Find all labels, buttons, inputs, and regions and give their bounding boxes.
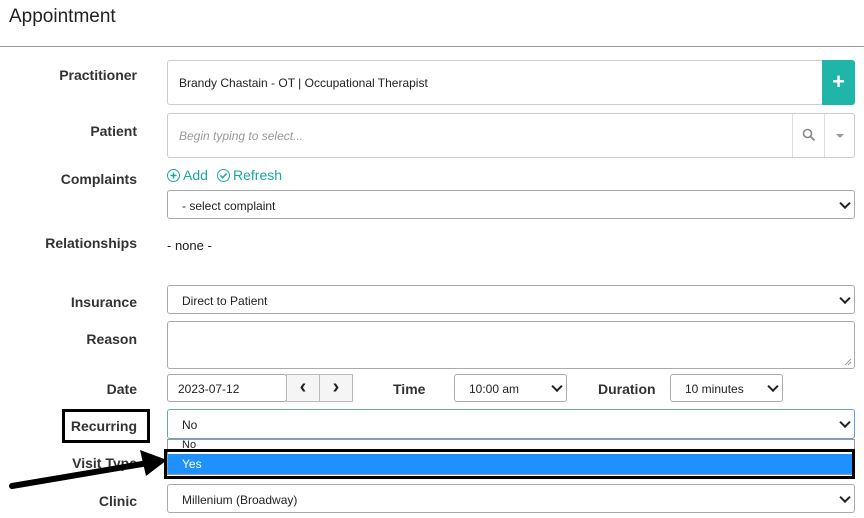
time-select[interactable]: 10:00 am — [454, 374, 567, 402]
clinic-label: Clinic — [98, 493, 137, 509]
duration-label: Duration — [598, 381, 656, 397]
add-complaint-label: Add — [183, 167, 208, 183]
insurance-select[interactable]: Direct to Patient — [167, 285, 855, 314]
check-circle-icon — [217, 169, 230, 182]
recurring-select[interactable]: No — [167, 409, 855, 439]
plus-circle-icon — [167, 169, 180, 182]
add-complaint-link[interactable]: Add — [167, 167, 208, 183]
insurance-select-value: Direct to Patient — [182, 294, 268, 308]
clinic-value: Millenium (Broadway) — [182, 493, 298, 507]
chevron-right-icon: › — [332, 376, 340, 398]
practitioner-value: Brandy Chastain - OT | Occupational Ther… — [179, 76, 428, 90]
recurring-label: Recurring — [70, 418, 137, 434]
plus-icon: + — [832, 69, 845, 94]
time-label: Time — [393, 381, 426, 397]
patient-placeholder: Begin typing to select... — [179, 129, 304, 143]
chevron-left-icon: ‹ — [299, 376, 307, 398]
chevron-down-icon — [839, 292, 851, 304]
complaints-label: Complaints — [60, 171, 137, 187]
header-divider — [0, 46, 864, 47]
relationships-label: Relationships — [45, 235, 137, 251]
divider — [824, 114, 825, 157]
reason-label: Reason — [86, 331, 137, 347]
clinic-select[interactable]: Millenium (Broadway) — [167, 484, 855, 513]
chevron-down-icon — [839, 197, 851, 209]
chevron-down-icon — [551, 380, 563, 393]
caret-down-icon[interactable] — [836, 134, 844, 138]
divider — [792, 114, 793, 157]
chevron-down-icon — [839, 491, 851, 503]
relationships-value: - none - — [167, 238, 212, 253]
add-practitioner-button[interactable]: + — [822, 60, 855, 105]
page-title: Appointment — [9, 6, 116, 27]
yes-option-highlight — [164, 449, 855, 479]
refresh-complaints-label: Refresh — [233, 167, 283, 183]
patient-label: Patient — [90, 123, 137, 139]
chevron-down-icon — [839, 416, 851, 429]
duration-select[interactable]: 10 minutes — [670, 374, 783, 402]
complaint-select[interactable]: - select complaint — [167, 190, 855, 219]
chevron-down-icon — [767, 380, 779, 393]
next-date-button[interactable]: › — [319, 374, 353, 402]
complaint-select-value: - select complaint — [182, 199, 276, 213]
annotation-arrow-icon — [9, 450, 167, 489]
patient-search-field[interactable]: Begin typing to select... — [167, 113, 855, 158]
practitioner-field[interactable]: Brandy Chastain - OT | Occupational Ther… — [167, 60, 823, 105]
previous-date-button[interactable]: ‹ — [286, 374, 320, 402]
resize-handle-icon[interactable] — [844, 358, 852, 366]
insurance-label: Insurance — [70, 294, 137, 310]
recurring-value: No — [182, 418, 198, 432]
date-label: Date — [106, 381, 137, 397]
duration-value: 10 minutes — [685, 382, 744, 396]
search-icon[interactable] — [802, 128, 816, 142]
date-value: 2023-07-12 — [178, 382, 240, 396]
time-value: 10:00 am — [469, 382, 520, 396]
date-input[interactable]: 2023-07-12 — [167, 374, 287, 402]
refresh-complaints-link[interactable]: Refresh — [217, 167, 282, 183]
practitioner-label: Practitioner — [59, 67, 137, 83]
reason-textarea[interactable] — [167, 321, 855, 369]
